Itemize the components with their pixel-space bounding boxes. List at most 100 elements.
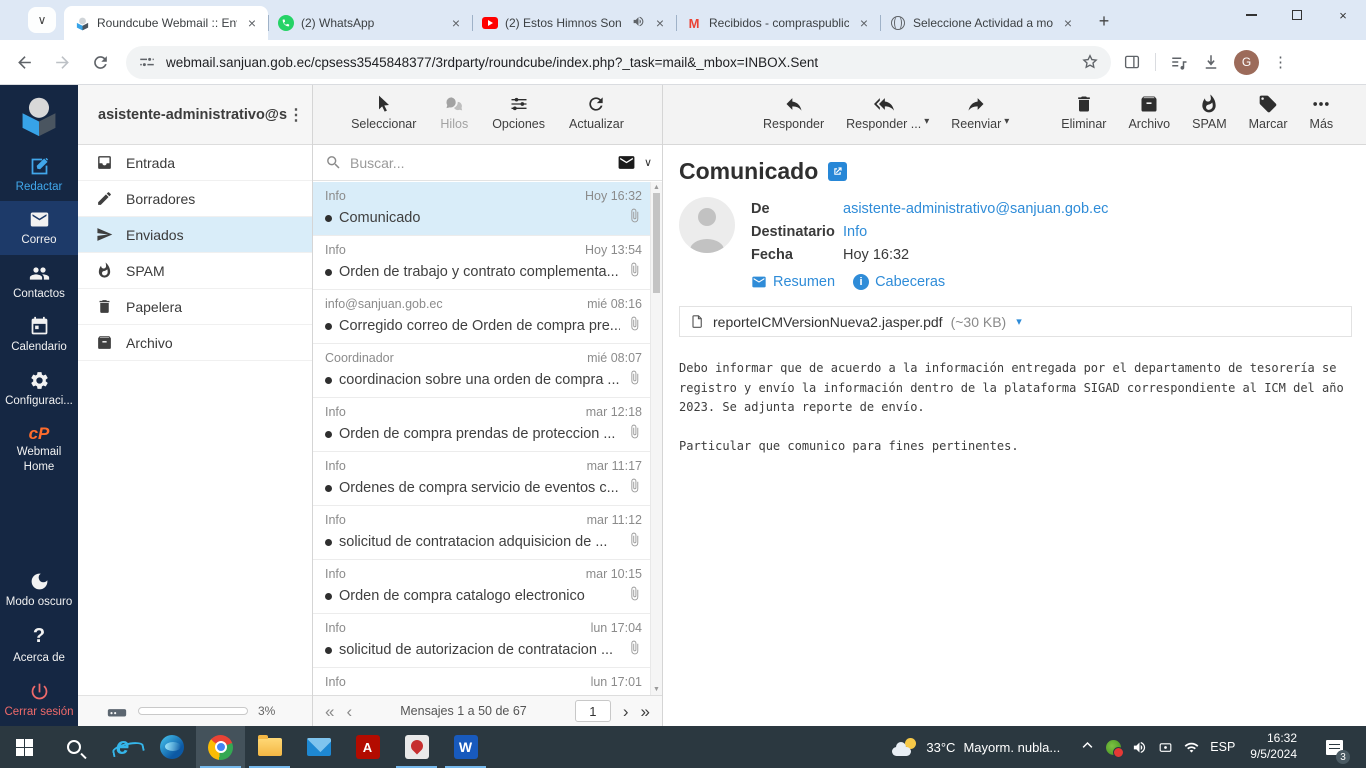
reload-icon[interactable]: [86, 48, 114, 76]
tab-actividad[interactable]: Seleccione Actividad a modi ×: [880, 6, 1084, 40]
back-icon[interactable]: [10, 48, 38, 76]
select-button[interactable]: Seleccionar: [351, 94, 416, 144]
sidebar-item-contacts[interactable]: Contactos: [0, 255, 78, 308]
folder-trash[interactable]: Papelera: [78, 289, 312, 325]
side-panel-icon[interactable]: [1123, 53, 1141, 71]
scroll-down-icon[interactable]: ▼: [651, 686, 662, 693]
more-button[interactable]: Más: [1310, 94, 1333, 144]
start-button[interactable]: [0, 726, 49, 768]
attachment-menu-caret-icon[interactable]: ▾: [1016, 315, 1022, 328]
forward-icon[interactable]: [48, 48, 76, 76]
search-options-chevron-icon[interactable]: ∨: [644, 156, 652, 169]
message-row[interactable]: Info mar 10:15 Orden de compra catalogo e…: [313, 560, 650, 614]
message-row[interactable]: Info mar 11:17 Ordenes de compra servicio…: [313, 452, 650, 506]
profile-avatar[interactable]: G: [1234, 49, 1259, 75]
folder-sent[interactable]: Enviados: [78, 217, 312, 253]
folder-menu-icon[interactable]: ⋮: [288, 105, 304, 125]
summary-link[interactable]: Resumen: [751, 274, 835, 290]
media-controls-icon[interactable]: [1170, 53, 1188, 71]
folder-drafts[interactable]: Borradores: [78, 181, 312, 217]
taskbar-chrome[interactable]: [196, 726, 245, 768]
browser-menu-icon[interactable]: ⋮: [1273, 53, 1288, 71]
page-number-input[interactable]: 1: [574, 700, 611, 722]
message-row[interactable]: Coordinador mié 08:07 coordinacion sobre …: [313, 344, 650, 398]
delete-button[interactable]: Eliminar: [1061, 94, 1106, 144]
cast-icon[interactable]: [1158, 740, 1173, 755]
sidebar-item-mail[interactable]: Correo: [0, 201, 78, 255]
wifi-icon[interactable]: [1184, 740, 1199, 755]
url-text[interactable]: webmail.sanjuan.gob.ec/cpsess3545848377/…: [166, 55, 1071, 70]
maximize-button[interactable]: [1274, 0, 1320, 30]
forward-caret-icon[interactable]: ▾: [1004, 116, 1009, 127]
bookmark-star-icon[interactable]: [1081, 53, 1099, 71]
taskbar-clock[interactable]: 16:32 9/5/2024: [1246, 731, 1301, 762]
reply-all-button[interactable]: Responder ...: [846, 94, 921, 131]
tab-youtube[interactable]: (2) Estos Himnos Son Co ×: [472, 6, 676, 40]
message-row[interactable]: info@sanjuan.gob.ec mié 08:16 Corregido c…: [313, 290, 650, 344]
taskbar-ie[interactable]: e: [98, 726, 147, 768]
message-row[interactable]: Info Hoy 13:54 Orden de trabajo y contrat…: [313, 236, 650, 290]
scrollbar-thumb[interactable]: [653, 193, 660, 293]
tab-close-icon[interactable]: ×: [1060, 15, 1076, 31]
search-input[interactable]: [350, 154, 609, 171]
taskbar-mail[interactable]: [294, 726, 343, 768]
open-in-new-window-icon[interactable]: [828, 162, 848, 181]
tab-roundcube[interactable]: Roundcube Webmail :: Envia ×: [64, 6, 268, 40]
tab-close-icon[interactable]: ×: [448, 15, 464, 31]
tab-audio-icon[interactable]: [632, 15, 645, 31]
site-info-icon[interactable]: [138, 53, 156, 71]
attachment-name[interactable]: reporteICMVersionNueva2.jasper.pdf: [713, 314, 943, 330]
to-address-link[interactable]: Info: [843, 224, 867, 240]
downloads-icon[interactable]: [1202, 53, 1220, 71]
sidebar-item-about[interactable]: ? Acerca de: [0, 616, 78, 672]
mark-button[interactable]: Marcar: [1249, 94, 1288, 144]
spam-button[interactable]: SPAM: [1192, 94, 1227, 144]
sidebar-item-calendar[interactable]: Calendario: [0, 308, 78, 361]
weather-widget[interactable]: 33°C Mayorm. nubla...: [882, 738, 1070, 756]
volume-icon[interactable]: [1132, 740, 1147, 755]
message-row[interactable]: Info lun 17:01: [313, 668, 650, 695]
taskbar-acrobat[interactable]: A: [343, 726, 392, 768]
sidebar-item-webmail-home[interactable]: cP Webmail Home: [0, 415, 78, 481]
sidebar-item-settings[interactable]: Configuraci...: [0, 362, 78, 415]
folder-archive[interactable]: Archivo: [78, 325, 312, 361]
scroll-up-icon[interactable]: ▲: [651, 184, 662, 191]
archive-button[interactable]: Archivo: [1128, 94, 1170, 144]
next-page-icon[interactable]: ›: [623, 703, 629, 720]
reply-all-caret-icon[interactable]: ▾: [924, 116, 929, 127]
sidebar-item-dark-mode[interactable]: Modo oscuro: [0, 563, 78, 616]
tab-close-icon[interactable]: ×: [652, 15, 668, 31]
list-scrollbar[interactable]: ▲ ▼: [650, 182, 662, 695]
threads-button[interactable]: Hilos: [440, 94, 468, 144]
tab-whatsapp[interactable]: (2) WhatsApp ×: [268, 6, 472, 40]
taskbar-word[interactable]: W: [441, 726, 490, 768]
message-row[interactable]: Info lun 17:04 solicitud de autorizacion …: [313, 614, 650, 668]
first-page-icon[interactable]: «: [325, 703, 334, 720]
message-row[interactable]: Info mar 11:12 solicitud de contratacion …: [313, 506, 650, 560]
refresh-button[interactable]: Actualizar: [569, 94, 624, 144]
taskbar-edge[interactable]: [147, 726, 196, 768]
attachment-bar[interactable]: reporteICMVersionNueva2.jasper.pdf (~30 …: [679, 306, 1352, 337]
new-tab-button[interactable]: +: [1090, 7, 1118, 35]
headers-link[interactable]: i Cabeceras: [853, 274, 945, 290]
language-indicator[interactable]: ESP: [1210, 740, 1235, 754]
tab-close-icon[interactable]: ×: [244, 15, 260, 31]
prev-page-icon[interactable]: ‹: [346, 703, 352, 720]
message-row[interactable]: Info mar 12:18 Orden de compra prendas de…: [313, 398, 650, 452]
tab-gmail[interactable]: M Recibidos - compraspublicas ×: [676, 6, 880, 40]
address-bar[interactable]: webmail.sanjuan.gob.ec/cpsess3545848377/…: [126, 45, 1111, 79]
taskbar-jaspersoft[interactable]: [392, 726, 441, 768]
tab-close-icon[interactable]: ×: [856, 15, 872, 31]
minimize-button[interactable]: [1228, 0, 1274, 30]
antivirus-tray-icon[interactable]: [1106, 739, 1125, 758]
tab-search-button[interactable]: ∨: [28, 7, 56, 33]
folder-spam[interactable]: SPAM: [78, 253, 312, 289]
forward-button[interactable]: Reenviar: [951, 94, 1001, 131]
taskbar-file-explorer[interactable]: [245, 726, 294, 768]
reply-button[interactable]: Responder: [763, 94, 824, 144]
message-row[interactable]: Info Hoy 16:32 Comunicado: [313, 182, 650, 236]
from-address-link[interactable]: asistente-administrativo@sanjuan.gob.ec: [843, 201, 1108, 217]
close-window-button[interactable]: ×: [1320, 0, 1366, 30]
tray-expand-chevron-icon[interactable]: [1080, 738, 1095, 756]
last-page-icon[interactable]: »: [641, 703, 650, 720]
